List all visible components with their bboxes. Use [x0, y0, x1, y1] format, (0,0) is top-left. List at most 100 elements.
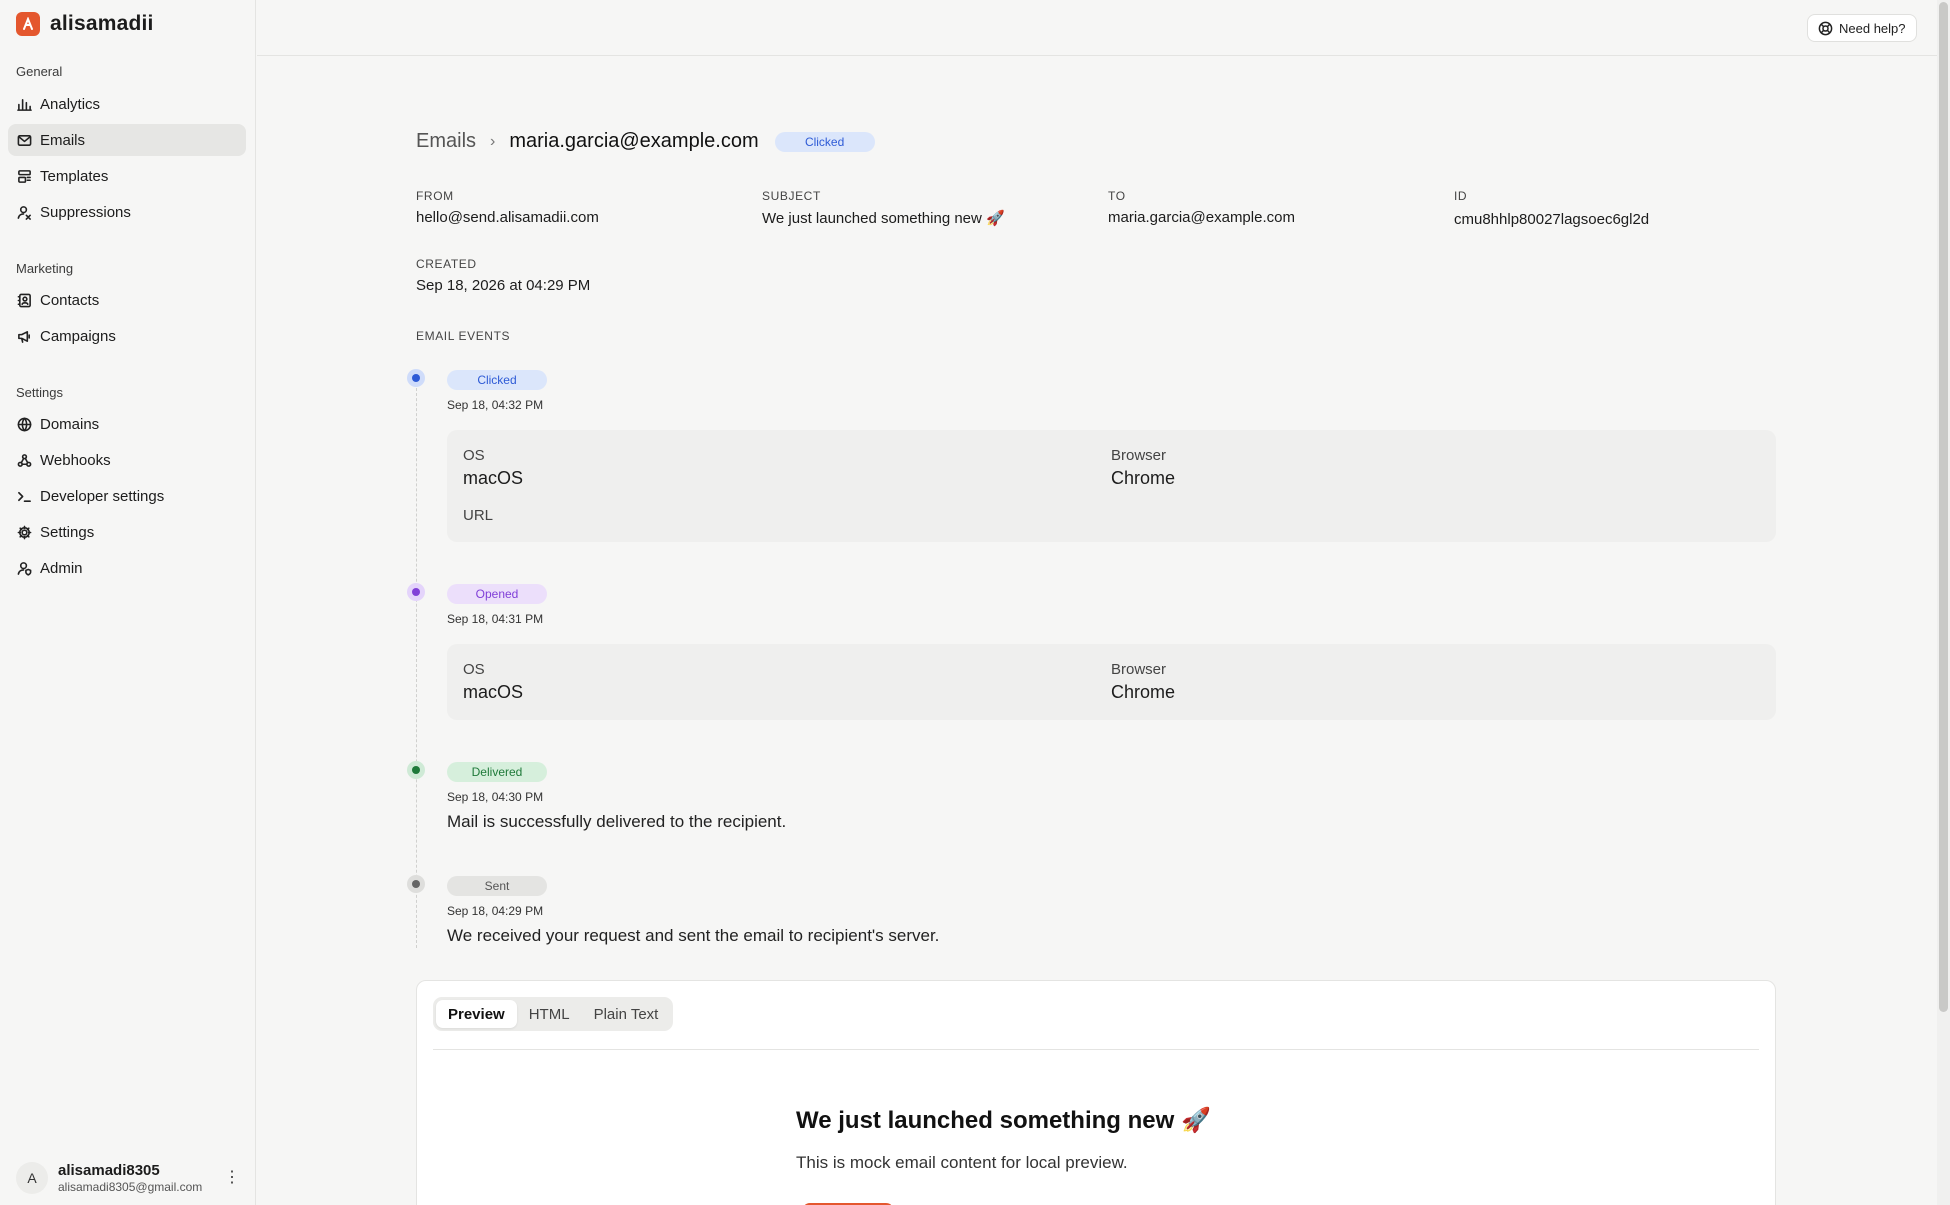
- need-help-button[interactable]: Need help?: [1807, 14, 1917, 42]
- email-events-title: EMAIL EVENTS: [416, 329, 511, 343]
- user-account[interactable]: A alisamadi8305 alisamadi8305@gmail.com …: [16, 1158, 240, 1198]
- divider: [433, 1049, 1759, 1050]
- os-label: OS: [463, 661, 485, 678]
- id-label: ID: [1454, 189, 1468, 203]
- created-field: CREATED Sep 18, 2026 at 04:29 PM: [416, 257, 590, 294]
- sidebar-item-domains[interactable]: Domains: [8, 408, 246, 440]
- brand[interactable]: alisamadii: [16, 12, 154, 36]
- sidebar-item-webhooks[interactable]: Webhooks: [8, 444, 246, 476]
- id-field: ID cmu8hhlp80027lagsoec6gl2d: [1454, 189, 1649, 228]
- event-time-delivered: Sep 18, 04:30 PM: [447, 790, 544, 804]
- sidebar-item-suppressions[interactable]: Suppressions: [8, 196, 246, 228]
- user-shield-icon: [16, 560, 32, 576]
- user-name: alisamadi8305: [58, 1162, 160, 1179]
- to-value: maria.garcia@example.com: [1108, 209, 1295, 226]
- sidebar-item-label: Webhooks: [40, 451, 111, 469]
- need-help-label: Need help?: [1839, 20, 1906, 36]
- subject-value: We just launched something new 🚀: [762, 210, 1005, 227]
- contacts-icon: [16, 292, 32, 308]
- group-title-marketing: Marketing: [16, 261, 74, 276]
- sidebar-item-label: Emails: [40, 131, 86, 149]
- event-status-badge-delivered: Delivered: [447, 762, 547, 782]
- megaphone-icon: [16, 328, 32, 344]
- tab-preview[interactable]: Preview: [436, 1000, 517, 1028]
- sidebar-item-label: Admin: [40, 559, 83, 577]
- from-label: FROM: [416, 189, 454, 203]
- breadcrumb-emails-link[interactable]: Emails: [416, 130, 476, 153]
- group-title-general: General: [16, 64, 63, 79]
- group-title-settings: Settings: [16, 385, 63, 400]
- sidebar-item-label: Templates: [40, 167, 109, 185]
- event-message-delivered: Mail is successfully delivered to the re…: [447, 812, 787, 831]
- event-status-badge-clicked: Clicked: [447, 370, 547, 390]
- mail-icon: [16, 132, 32, 148]
- preview-title: We just launched something new 🚀: [796, 1107, 1211, 1134]
- event-dot-clicked: [407, 369, 425, 387]
- sidebar-item-campaigns[interactable]: Campaigns: [8, 320, 246, 352]
- webhook-icon: [16, 452, 32, 468]
- timeline-line: [416, 378, 417, 948]
- tab-plain-text[interactable]: Plain Text: [582, 1000, 671, 1028]
- scrollbar-thumb[interactable]: [1939, 2, 1948, 1012]
- browser-label: Browser: [1111, 661, 1167, 678]
- browser-value: Chrome: [1111, 468, 1176, 488]
- event-dot-delivered: [407, 761, 425, 779]
- event-message-sent: We received your request and sent the em…: [447, 926, 940, 945]
- chevron-right-icon: ›: [490, 132, 496, 150]
- subject-field: SUBJECT We just launched something new 🚀: [762, 189, 1005, 227]
- scrollbar[interactable]: [1937, 0, 1950, 1205]
- browser-value: Chrome: [1111, 682, 1176, 702]
- event-dot-sent: [407, 875, 425, 893]
- sidebar-item-contacts[interactable]: Contacts: [8, 284, 246, 316]
- event-details-opened: OS macOS Browser Chrome: [447, 644, 1776, 720]
- created-label: CREATED: [416, 257, 477, 271]
- sidebar-item-analytics[interactable]: Analytics: [8, 88, 246, 120]
- event-status-badge-sent: Sent: [447, 876, 547, 896]
- browser-label: Browser: [1111, 447, 1167, 464]
- to-label: TO: [1108, 189, 1126, 203]
- topbar: Need help?: [257, 0, 1937, 56]
- bar-chart-icon: [16, 96, 32, 112]
- preview-body: This is mock email content for local pre…: [796, 1153, 1128, 1172]
- user-email: alisamadi8305@gmail.com: [58, 1180, 203, 1194]
- lifebuoy-icon: [1818, 21, 1833, 35]
- terminal-icon: [16, 488, 32, 504]
- sidebar-item-label: Analytics: [40, 95, 101, 113]
- avatar: A: [16, 1162, 48, 1194]
- breadcrumb: Emails › maria.garcia@example.com Clicke…: [416, 130, 875, 153]
- sidebar-item-label: Developer settings: [40, 487, 165, 505]
- breadcrumb-current: maria.garcia@example.com: [509, 130, 759, 152]
- more-vertical-icon[interactable]: ⋮: [224, 1167, 240, 1187]
- event-status-badge-opened: Opened: [447, 584, 547, 604]
- sidebar-item-label: Domains: [40, 415, 100, 433]
- event-time-sent: Sep 18, 04:29 PM: [447, 904, 544, 918]
- email-preview-card: Preview HTML Plain Text We just launched…: [416, 980, 1776, 1205]
- os-value: macOS: [463, 468, 524, 488]
- sidebar-item-label: Contacts: [40, 291, 100, 309]
- subject-label: SUBJECT: [762, 189, 821, 203]
- os-label: OS: [463, 447, 485, 464]
- sidebar-item-templates[interactable]: Templates: [8, 160, 246, 192]
- sidebar-item-admin[interactable]: Admin: [8, 552, 246, 584]
- event-details-clicked: OS macOS Browser Chrome URL: [447, 430, 1776, 542]
- status-badge: Clicked: [774, 131, 875, 152]
- sidebar: alisamadii General Analytics Emails Temp…: [0, 0, 256, 1205]
- brand-name: alisamadii: [50, 12, 154, 35]
- event-time-opened: Sep 18, 04:31 PM: [447, 612, 544, 626]
- sidebar-item-developer-settings[interactable]: Developer settings: [8, 480, 246, 512]
- user-block-icon: [16, 204, 32, 220]
- sidebar-item-label: Campaigns: [40, 327, 116, 345]
- tab-html[interactable]: HTML: [517, 1000, 582, 1028]
- preview-tabs: Preview HTML Plain Text: [433, 997, 674, 1031]
- brand-logo-icon: [16, 12, 40, 36]
- event-dot-opened: [407, 583, 425, 601]
- gear-icon: [16, 524, 32, 540]
- to-field: TO maria.garcia@example.com: [1108, 189, 1295, 226]
- event-time-clicked: Sep 18, 04:32 PM: [447, 398, 544, 412]
- from-field: FROM hello@send.alisamadii.com: [416, 189, 599, 226]
- os-value: macOS: [463, 682, 524, 702]
- globe-icon: [16, 416, 32, 432]
- sidebar-item-settings[interactable]: Settings: [8, 516, 246, 548]
- from-value: hello@send.alisamadii.com: [416, 209, 599, 226]
- sidebar-item-emails[interactable]: Emails: [8, 124, 246, 156]
